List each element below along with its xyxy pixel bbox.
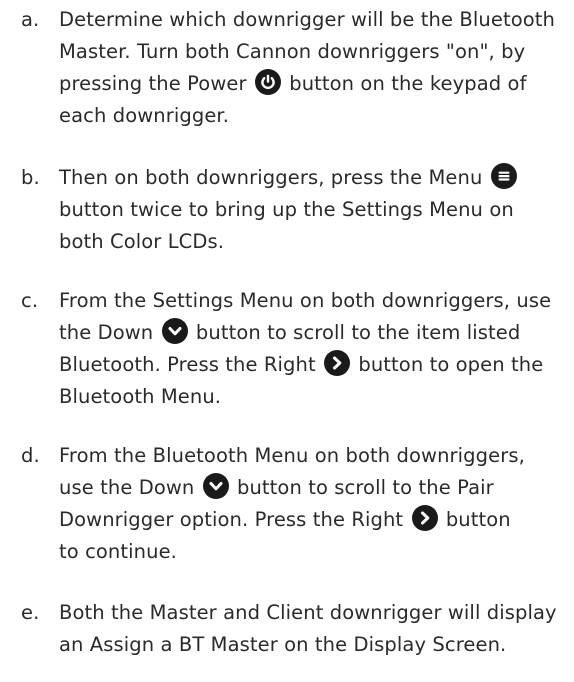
text-line: Bluetooth. Press the Right button to ope… — [59, 349, 569, 381]
menu-icon — [490, 163, 517, 189]
step-marker: a. — [21, 8, 40, 31]
step-text: Then on both downriggers, press the Menu… — [59, 162, 569, 258]
text-segment: Master. Turn both Cannon downriggers "on… — [59, 40, 526, 63]
text-segment: use the Down — [59, 476, 195, 499]
text-segment: Then on both downriggers, press the Menu — [59, 166, 483, 189]
chevron-right-icon — [411, 505, 438, 531]
step-text: From the Settings Menu on both downrigge… — [59, 285, 569, 413]
chevron-right-icon — [324, 350, 351, 376]
text-segment: both Color LCDs. — [59, 230, 225, 253]
step-marker: c. — [21, 289, 39, 312]
text-segment: the Down — [59, 321, 154, 344]
text-segment: button to open the — [358, 353, 544, 376]
text-segment: From the Bluetooth Menu on both downrigg… — [59, 444, 525, 467]
text-line: Determine which downrigger will be the B… — [59, 4, 569, 36]
text-line: Then on both downriggers, press the Menu — [59, 162, 569, 194]
text-segment: button twice to bring up the Settings Me… — [59, 198, 514, 221]
text-line: Master. Turn both Cannon downriggers "on… — [59, 36, 569, 68]
text-line: Both the Master and Client downrigger wi… — [59, 597, 569, 629]
text-segment: button on the keypad of — [289, 72, 527, 95]
text-line: to continue. — [59, 536, 569, 568]
step-marker: b. — [21, 166, 40, 189]
text-line: pressing the Power button on the keypad … — [59, 68, 569, 100]
text-segment: Bluetooth. Press the Right — [59, 353, 316, 376]
text-segment: From the Settings Menu on both downrigge… — [59, 289, 552, 312]
text-segment: button to scroll to the Pair — [237, 476, 494, 499]
text-line: Bluetooth Menu. — [59, 381, 569, 413]
text-line: button twice to bring up the Settings Me… — [59, 194, 569, 226]
text-segment: Determine which downrigger will be the B… — [59, 8, 555, 31]
text-segment: an Assign a BT Master on the Display Scr… — [59, 633, 507, 656]
text-line: Downrigger option. Press the Right butto… — [59, 504, 569, 536]
text-line: From the Settings Menu on both downrigge… — [59, 285, 569, 317]
step-marker: d. — [21, 444, 40, 467]
text-line: use the Down button to scroll to the Pai… — [59, 472, 569, 504]
text-segment: Bluetooth Menu. — [59, 385, 222, 408]
chevron-down-icon — [202, 473, 229, 499]
text-segment: to continue. — [59, 540, 177, 563]
step-marker: e. — [21, 601, 40, 624]
text-segment: each downrigger. — [59, 104, 230, 127]
text-segment: button — [445, 508, 511, 531]
text-line: each downrigger. — [59, 100, 569, 132]
text-segment: pressing the Power — [59, 72, 247, 95]
text-segment: Both the Master and Client downrigger wi… — [59, 601, 557, 624]
text-line: both Color LCDs. — [59, 226, 569, 258]
step-text: Both the Master and Client downrigger wi… — [59, 597, 569, 661]
text-line: the Down button to scroll to the item li… — [59, 317, 569, 349]
power-icon — [254, 69, 281, 95]
text-segment: Downrigger option. Press the Right — [59, 508, 404, 531]
text-line: From the Bluetooth Menu on both downrigg… — [59, 440, 569, 472]
step-text: From the Bluetooth Menu on both downrigg… — [59, 440, 569, 568]
text-line: an Assign a BT Master on the Display Scr… — [59, 629, 569, 661]
text-segment: button to scroll to the item listed — [195, 321, 521, 344]
chevron-down-icon — [161, 318, 188, 344]
step-text: Determine which downrigger will be the B… — [59, 4, 569, 132]
